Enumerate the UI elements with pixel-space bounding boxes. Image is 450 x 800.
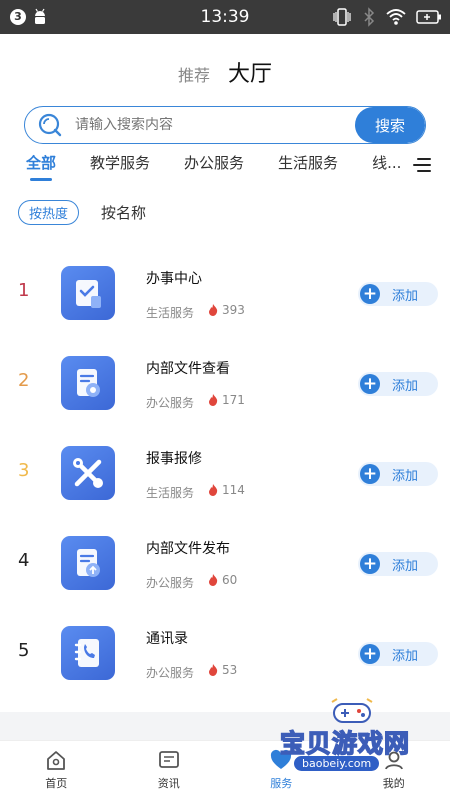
- rank-number: 4: [18, 550, 30, 571]
- flame-icon: [209, 664, 218, 676]
- rank-number: 5: [18, 640, 30, 661]
- rank-number: 1: [18, 280, 30, 301]
- flame-icon: [209, 304, 218, 316]
- service-category: 办公服务: [146, 666, 195, 680]
- sort-by-popularity[interactable]: 按热度: [18, 200, 80, 225]
- add-label: 添加: [392, 648, 419, 664]
- tab-label: 首页: [45, 777, 68, 790]
- bluetooth-icon: [364, 7, 375, 27]
- checklist-icon: [61, 266, 115, 320]
- rank-number: 3: [18, 460, 30, 481]
- add-button[interactable]: + 添加: [358, 282, 438, 306]
- category-tab-office[interactable]: 办公服务: [184, 152, 244, 173]
- service-name: 通讯录: [146, 631, 188, 647]
- service-row[interactable]: 1 办事中心 生活服务 393 + 添加: [0, 246, 450, 336]
- add-label: 添加: [392, 378, 419, 394]
- heat-count: 393: [208, 303, 245, 317]
- heat-count: 53: [208, 663, 237, 677]
- heat-value: 393: [222, 303, 245, 317]
- service-row[interactable]: 5 通讯录 办公服务 53 + 添加: [0, 606, 450, 696]
- service-name: 内部文件查看: [146, 361, 230, 377]
- vibrate-icon: [333, 8, 351, 26]
- flame-icon: [209, 574, 218, 586]
- plus-icon: +: [360, 644, 380, 664]
- service-row[interactable]: 2 内部文件查看 办公服务 171 + 添加: [0, 336, 450, 426]
- search-icon: [38, 113, 62, 137]
- add-button[interactable]: + 添加: [358, 462, 438, 486]
- plus-icon: +: [360, 284, 380, 304]
- status-bar: 3 13:39: [0, 0, 450, 34]
- watermark-logo: 宝贝游戏网 baobeiy.com: [279, 698, 430, 772]
- wifi-icon: [386, 9, 406, 25]
- watermark-url: baobeiy.com: [294, 756, 380, 771]
- heat-count: 171: [208, 393, 245, 407]
- category-menu-icon[interactable]: [412, 156, 432, 174]
- category-tab-more[interactable]: 线...: [372, 152, 401, 173]
- add-label: 添加: [392, 288, 419, 304]
- rank-number: 2: [18, 370, 30, 391]
- tab-home[interactable]: 首页: [0, 741, 113, 800]
- service-name: 内部文件发布: [146, 541, 230, 557]
- tab-label: 资讯: [157, 777, 180, 790]
- add-label: 添加: [392, 468, 419, 484]
- search-bar: 搜索: [24, 106, 426, 144]
- service-category: 生活服务: [146, 486, 195, 500]
- document-view-icon: [61, 356, 115, 410]
- service-row[interactable]: 3 报事报修 生活服务 114 + 添加: [0, 426, 450, 516]
- document-upload-icon: [61, 536, 115, 590]
- plus-icon: +: [360, 554, 380, 574]
- tab-recommend[interactable]: 推荐: [178, 62, 210, 86]
- search-input[interactable]: [75, 117, 355, 133]
- plus-icon: +: [360, 464, 380, 484]
- page: 推荐 大厅 搜索 全部 教学服务 办公服务 生活服务 线... 按热度 按名称: [0, 34, 450, 800]
- flame-icon: [209, 394, 218, 406]
- header-area: 推荐 大厅 搜索 全部 教学服务 办公服务 生活服务 线... 按热度 按名称: [0, 34, 450, 246]
- category-tab-all[interactable]: 全部: [26, 152, 56, 181]
- heat-value: 60: [222, 573, 238, 587]
- service-row[interactable]: 4 内部文件发布 办公服务 60 + 添加: [0, 516, 450, 606]
- service-name: 办事中心: [146, 271, 202, 287]
- heat-value: 171: [222, 393, 245, 407]
- service-list: 1 办事中心 生活服务 393 + 添加 2 内部文件查看 办公服务 171 +…: [0, 246, 450, 712]
- add-button[interactable]: + 添加: [358, 552, 438, 576]
- add-label: 添加: [392, 558, 419, 574]
- contacts-book-icon: [61, 626, 115, 680]
- tab-hall[interactable]: 大厅: [228, 56, 272, 88]
- tab-news[interactable]: 资讯: [113, 741, 226, 800]
- category-tab-life[interactable]: 生活服务: [278, 152, 338, 173]
- news-icon: [158, 751, 179, 768]
- heat-value: 114: [222, 483, 245, 497]
- heat-count: 114: [208, 483, 245, 497]
- home-icon: [47, 751, 66, 770]
- add-button[interactable]: + 添加: [358, 642, 438, 666]
- flame-icon: [209, 484, 218, 496]
- sort-by-name[interactable]: 按名称: [101, 202, 146, 223]
- tab-label: 我的: [382, 777, 405, 790]
- service-name: 报事报修: [146, 451, 202, 467]
- service-category: 生活服务: [146, 306, 195, 320]
- search-button[interactable]: 搜索: [355, 107, 425, 143]
- add-button[interactable]: + 添加: [358, 372, 438, 396]
- battery-icon: [416, 10, 441, 24]
- gamepad-icon: [331, 698, 373, 723]
- repair-tools-icon: [61, 446, 115, 500]
- top-tabs: 推荐 大厅: [0, 56, 450, 88]
- service-category: 办公服务: [146, 576, 195, 590]
- plus-icon: +: [360, 374, 380, 394]
- sort-options: 按热度 按名称: [18, 200, 146, 225]
- heat-count: 60: [208, 573, 237, 587]
- watermark-text: 宝贝游戏网: [279, 728, 411, 759]
- heat-value: 53: [222, 663, 238, 677]
- tab-label: 服务: [270, 777, 293, 790]
- service-category: 办公服务: [146, 396, 195, 410]
- category-tab-teaching[interactable]: 教学服务: [90, 152, 150, 173]
- category-tabs: 全部 教学服务 办公服务 生活服务 线...: [26, 152, 450, 184]
